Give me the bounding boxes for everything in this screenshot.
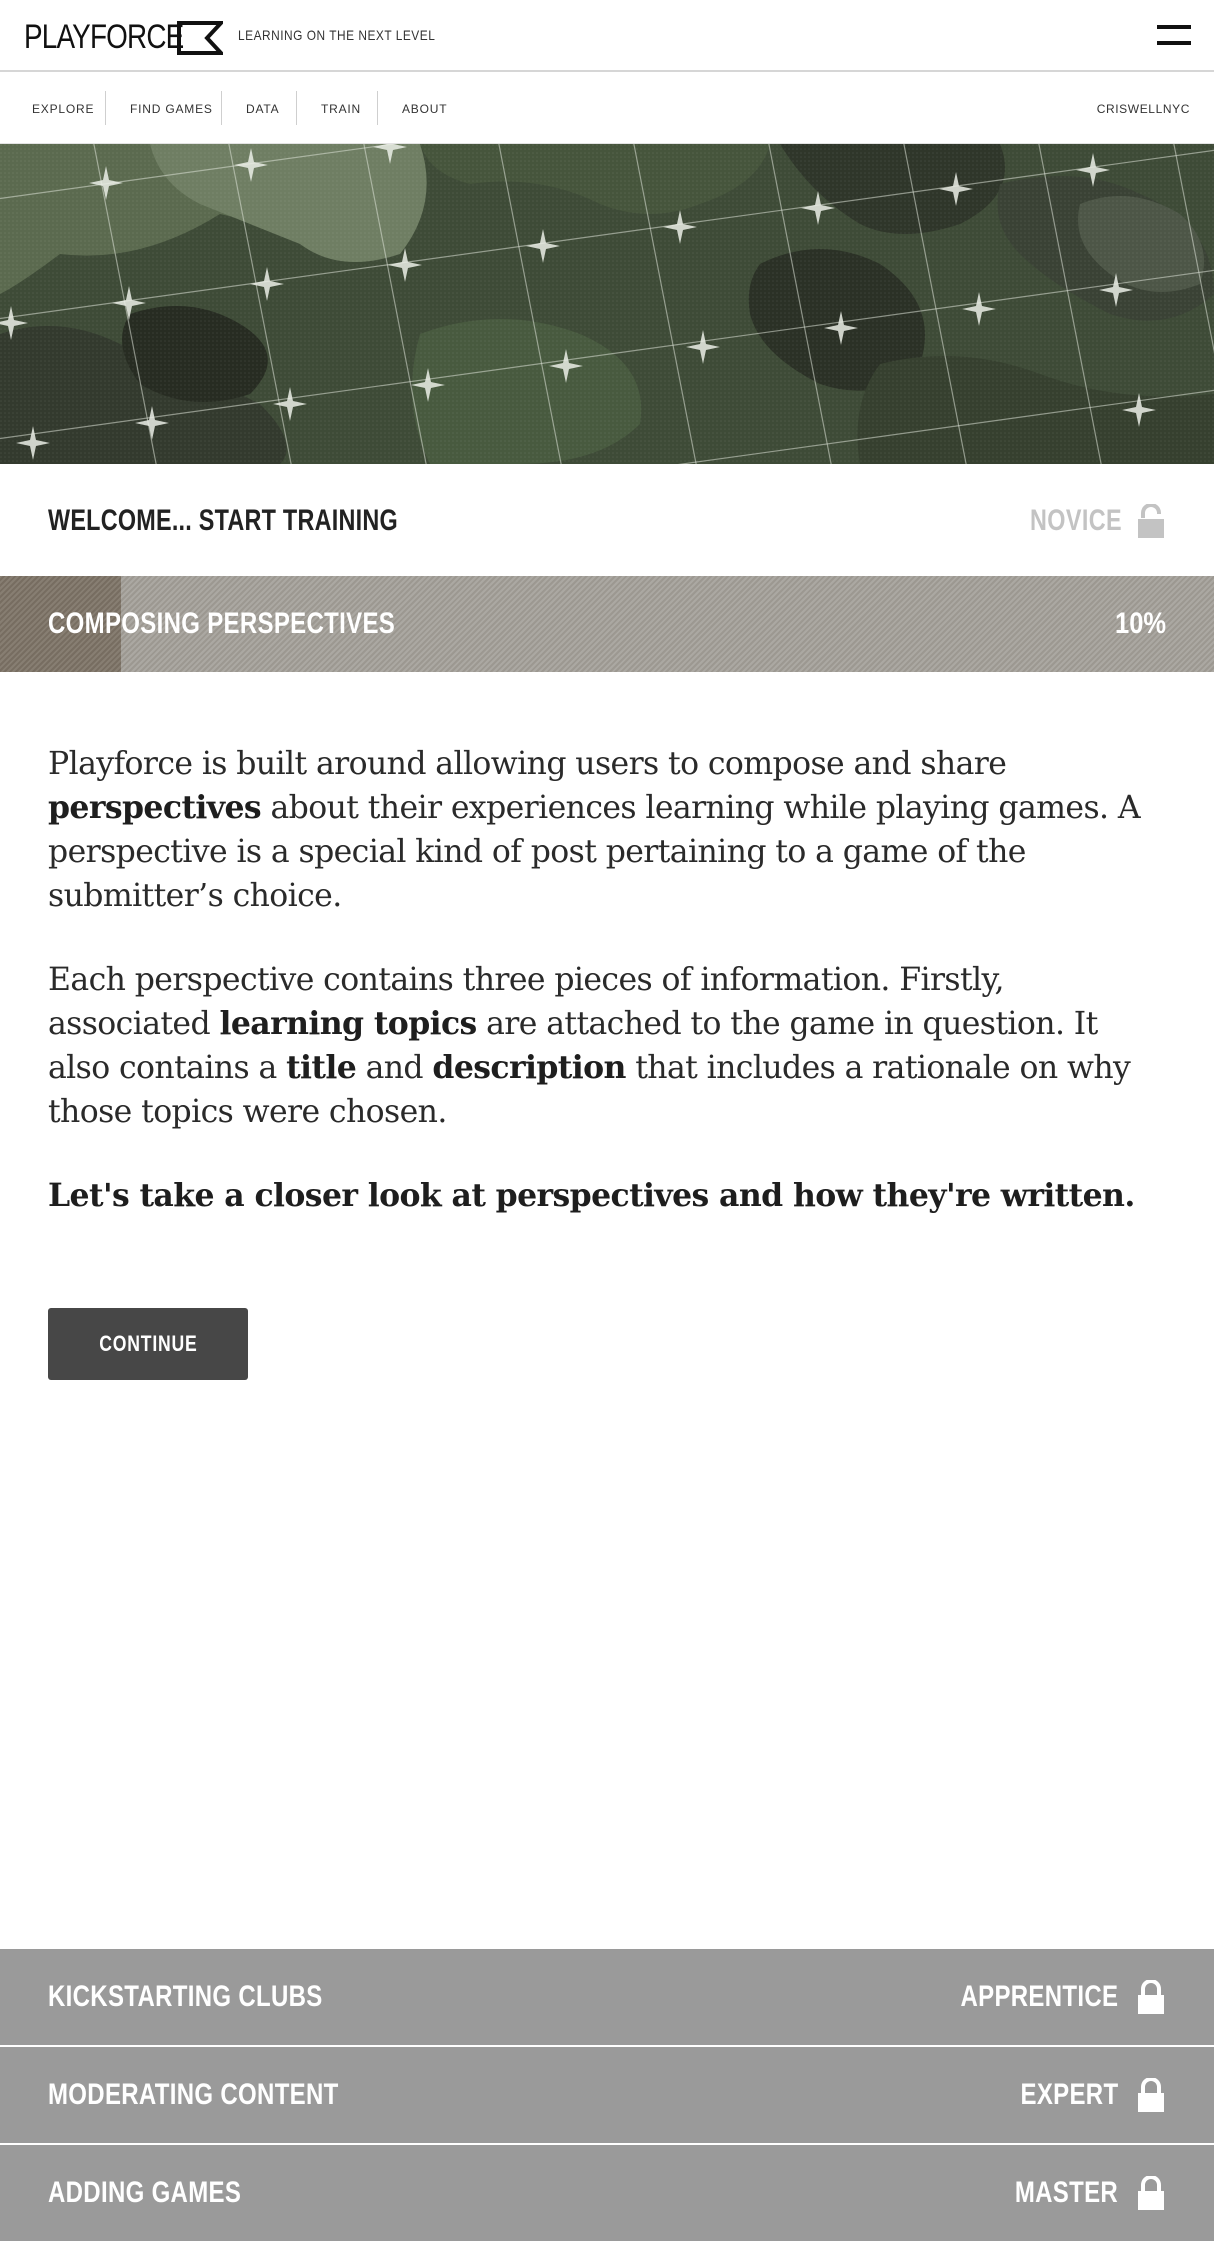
lesson-content: Playforce is built around allowing users… [48,742,1158,1258]
locked-module-adding-games[interactable]: ADDING GAMES MASTER [0,2145,1214,2241]
lead-sentence: Let's take a closer look at perspectives… [48,1177,1135,1214]
locked-padlock-icon [1138,2176,1164,2210]
logo-wordmark: PLAYFORCE [24,18,184,56]
module-level-label: EXPERT [1020,2078,1118,2111]
top-header: PLAYFORCE LEARNING ON THE NEXT LEVEL [0,0,1214,72]
module-title: KICKSTARTING CLUBS [48,1980,323,2013]
module-title: ADDING GAMES [48,2176,242,2209]
level-badge-label: NOVICE [1029,504,1122,537]
locked-module-kickstarting-clubs[interactable]: KICKSTARTING CLUBS APPRENTICE [0,1949,1214,2045]
locked-padlock-icon [1138,2078,1164,2112]
intro-paragraph: Playforce is built around allowing users… [48,746,1141,914]
page-title: WELCOME... START TRAINING [48,504,398,537]
nav-divider [105,91,106,125]
unlocked-padlock-icon [1138,504,1164,538]
level-badge: NOVICE [1004,504,1164,538]
current-level-header: WELCOME... START TRAINING NOVICE [0,464,1214,576]
nav-item-explore[interactable]: EXPLORE [32,92,94,126]
nav-item-data[interactable]: DATA [246,92,279,126]
module-level-badge: APPRENTICE [921,1980,1164,2014]
progress-percent: 10% [1114,607,1166,640]
nav-divider [221,91,222,125]
nav-item-train[interactable]: TRAIN [321,92,361,126]
hamburger-menu-icon[interactable] [1157,23,1191,47]
locked-padlock-icon [1138,1980,1164,2014]
camouflage-grid-graphic [0,144,1214,464]
active-module-progress-bar[interactable]: COMPOSING PERSPECTIVES 10% [0,576,1214,672]
module-level-label: APPRENTICE [960,1980,1118,2013]
user-account-link[interactable]: CRISWELLNYC [1097,92,1190,126]
module-title: MODERATING CONTENT [48,2078,339,2111]
hero-banner-image [0,144,1214,464]
continue-button[interactable]: CONTINUE [48,1308,248,1380]
module-level-badge: EXPERT [996,2078,1164,2112]
main-nav: EXPLORE FIND GAMES DATA TRAIN ABOUT CRIS… [0,72,1214,144]
nav-divider [377,91,378,125]
module-level-label: MASTER [1014,2176,1118,2209]
locked-module-moderating-content[interactable]: MODERATING CONTENT EXPERT [0,2047,1214,2143]
details-paragraph: Each perspective contains three pieces o… [48,962,1131,1130]
module-level-badge: MASTER [989,2176,1164,2210]
playforce-logo[interactable]: PLAYFORCE [24,18,223,57]
site-tagline: LEARNING ON THE NEXT LEVEL [238,27,436,43]
logo-flag-icon [177,20,223,55]
nav-item-find-games[interactable]: FIND GAMES [130,92,213,126]
nav-divider [296,91,297,125]
nav-item-about[interactable]: ABOUT [402,92,447,126]
active-module-title: COMPOSING PERSPECTIVES [48,607,396,640]
